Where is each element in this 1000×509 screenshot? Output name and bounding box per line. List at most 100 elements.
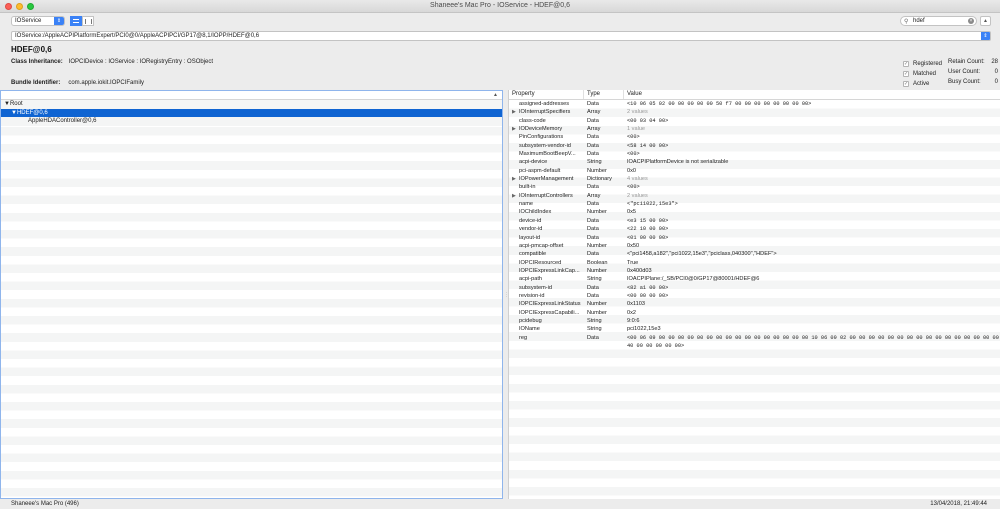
property-name: reg: [509, 334, 584, 351]
tree-row[interactable]: ▼Root: [1, 100, 502, 109]
property-row[interactable]: IOPCIExpressLinkCap... Number 0x400d03: [509, 267, 1000, 275]
property-row[interactable]: IOName String pci1022,15e3: [509, 325, 1000, 333]
property-value: 0x2: [627, 309, 637, 316]
property-row[interactable]: IOPCIResourced Boolean True: [509, 259, 1000, 267]
tree-header[interactable]: ▲: [1, 91, 502, 100]
navigate-up-button[interactable]: ▲: [980, 16, 991, 26]
property-name-text: compatible: [519, 251, 547, 258]
property-name: pci-aspm-default: [509, 167, 584, 175]
registry-tree-pane[interactable]: ▲ ▼Root ▼HDEF@0,6 AppleHDAController@0,6: [0, 90, 503, 499]
property-row[interactable]: device-id Data <e3 15 00 00>: [509, 217, 1000, 225]
property-row[interactable]: PinConfigurations Data <00>: [509, 133, 1000, 141]
property-row[interactable]: MaximumBootBeepV... Data <00>: [509, 150, 1000, 158]
property-row[interactable]: ▶ IOInterruptSpecifiers Array 2 values: [509, 108, 1000, 116]
property-name: ▶ IOInterruptControllers: [509, 192, 584, 200]
property-name-text: IOInterruptControllers: [519, 192, 573, 199]
disclosure-triangle-icon[interactable]: ▶: [512, 108, 516, 116]
property-name-text: class-code: [519, 117, 546, 124]
column-header-property[interactable]: Property: [509, 90, 584, 99]
tree-row[interactable]: AppleHDAController@0,6: [1, 117, 502, 126]
clear-search-icon[interactable]: ×: [968, 18, 974, 24]
property-row[interactable]: acpi-pmcap-offset Number 0x50: [509, 242, 1000, 250]
property-type: Number: [587, 301, 607, 308]
status-bar: Shaneee's Mac Pro (496) 13/04/2018, 21:4…: [0, 499, 1000, 509]
chevron-updown-icon: ⇕: [54, 17, 64, 25]
property-row[interactable]: subsystem-id Data <82 a1 00 00>: [509, 284, 1000, 292]
property-row[interactable]: name Data <"pci1022,15e3">: [509, 200, 1000, 208]
property-name: acpi-device: [509, 158, 584, 166]
property-name-text: name: [519, 201, 533, 208]
property-row[interactable]: ▶ IOPowerManagement Dictionary 4 values: [509, 175, 1000, 183]
properties-pane[interactable]: Property Type Value assigned-addresses Da…: [508, 90, 1000, 499]
class-inheritance-value: IOPCIDevice : IOService : IORegistryEntr…: [68, 59, 214, 65]
count-label: Retain Count:: [948, 59, 985, 65]
property-name: IOName: [509, 325, 584, 333]
tree-row[interactable]: ▼HDEF@0,6: [1, 108, 502, 118]
property-name-text: acpi-device: [519, 159, 548, 166]
property-name-text: IOInterruptSpecifiers: [519, 109, 571, 116]
property-name: IOChildIndex: [509, 208, 584, 216]
property-row[interactable]: pcidebug String 9:0:6: [509, 317, 1000, 325]
property-name-text: IOPCIExpressLinkCap...: [519, 267, 580, 274]
disclosure-triangle-icon[interactable]: ▶: [512, 192, 516, 200]
property-row[interactable]: layout-id Data <01 00 00 00>: [509, 234, 1000, 242]
property-value: True: [627, 259, 639, 266]
property-row[interactable]: class-code Data <00 03 04 00>: [509, 117, 1000, 125]
property-value: 0x0: [627, 167, 637, 174]
property-name-text: device-id: [519, 217, 542, 224]
property-name-text: layout-id: [519, 234, 541, 241]
property-row[interactable]: revision-id Data <00 00 00 00>: [509, 292, 1000, 300]
property-row[interactable]: assigned-addresses Data <10 06 05 02 00 00…: [509, 100, 1000, 108]
bundle-identifier-value: com.apple.iokit.IOPCIFamily: [68, 80, 145, 86]
state-flags: ✓ Registered ✓ Matched ✓ Active: [903, 59, 942, 89]
property-name: subsystem-vendor-id: [509, 142, 584, 150]
property-type: Array: [587, 109, 601, 116]
property-name: MaximumBootBeepV...: [509, 150, 584, 158]
property-name-text: acpi-pmcap-offset: [519, 242, 564, 249]
disclosure-triangle-icon[interactable]: ▶: [512, 125, 516, 133]
property-row[interactable]: ▶ IODeviceMemory Array 1 value: [509, 125, 1000, 133]
property-row[interactable]: built-in Data <00>: [509, 183, 1000, 191]
plane-select[interactable]: IOService ⇕: [11, 16, 65, 26]
property-name: PinConfigurations: [509, 133, 584, 141]
property-name-text: IOPowerManagement: [519, 176, 574, 183]
path-bar[interactable]: IOService:/AppleACPIPlatformExpert/PCI0@…: [11, 31, 991, 41]
property-row[interactable]: ▶ IOInterruptControllers Array 2 values: [509, 192, 1000, 200]
property-name: name: [509, 200, 584, 208]
property-value: IOACPIPlatformDevice is not serializable: [627, 159, 729, 166]
list-view-button[interactable]: [70, 16, 82, 26]
property-value: <00>: [627, 151, 640, 158]
search-field[interactable]: ⚲ hdef ×: [900, 16, 977, 26]
property-row[interactable]: reg Data <00 06 09 00 00 00 00 00 00 00 00…: [509, 334, 1000, 351]
property-value: <22 10 00 00>: [627, 226, 669, 233]
property-row[interactable]: acpi-device String IOACPIPlatformDevice is…: [509, 158, 1000, 166]
properties-header: Property Type Value: [509, 90, 1000, 100]
object-name: HDEF@0,6: [11, 45, 52, 54]
property-value: <"pci1022,15e3">: [627, 201, 678, 208]
property-row[interactable]: IOPCIExpressCapabili... Number 0x2: [509, 309, 1000, 317]
column-view-button[interactable]: [82, 16, 94, 26]
property-row[interactable]: IOPCIExpressLinkStatus Number 0x1103: [509, 300, 1000, 308]
window-title: Shaneee's Mac Pro - IOService - HDEF@0,6: [430, 2, 570, 9]
count-label: User Count:: [948, 69, 981, 75]
property-row[interactable]: acpi-path String IOACPIPlane:/_SB/PCI0@0/G…: [509, 275, 1000, 283]
property-value: 2 values: [627, 109, 648, 116]
disclosure-triangle-icon[interactable]: ▶: [512, 175, 516, 183]
property-row[interactable]: compatible Data <"pci1458,a182","pci1022,1…: [509, 250, 1000, 258]
property-row[interactable]: IOChildIndex Number 0x5: [509, 208, 1000, 216]
column-header-type[interactable]: Type: [584, 90, 624, 99]
property-type: String: [587, 276, 602, 283]
property-name-text: IODeviceMemory: [519, 126, 563, 133]
property-name-text: vendor-id: [519, 226, 543, 233]
property-row[interactable]: pci-aspm-default Number 0x0: [509, 167, 1000, 175]
property-type: String: [587, 326, 602, 333]
class-inheritance: Class Inheritance: IOPCIDevice : IOServic…: [11, 59, 213, 65]
property-type: Data: [587, 284, 599, 291]
counts: Retain Count: 28 User Count: 0 Busy Count:…: [948, 59, 998, 89]
search-input[interactable]: hdef: [913, 18, 925, 24]
property-name: built-in: [509, 183, 584, 191]
property-row[interactable]: subsystem-vendor-id Data <58 14 00 00>: [509, 142, 1000, 150]
column-header-value[interactable]: Value: [624, 90, 1000, 99]
property-type: Array: [587, 126, 601, 133]
property-row[interactable]: vendor-id Data <22 10 00 00>: [509, 225, 1000, 233]
